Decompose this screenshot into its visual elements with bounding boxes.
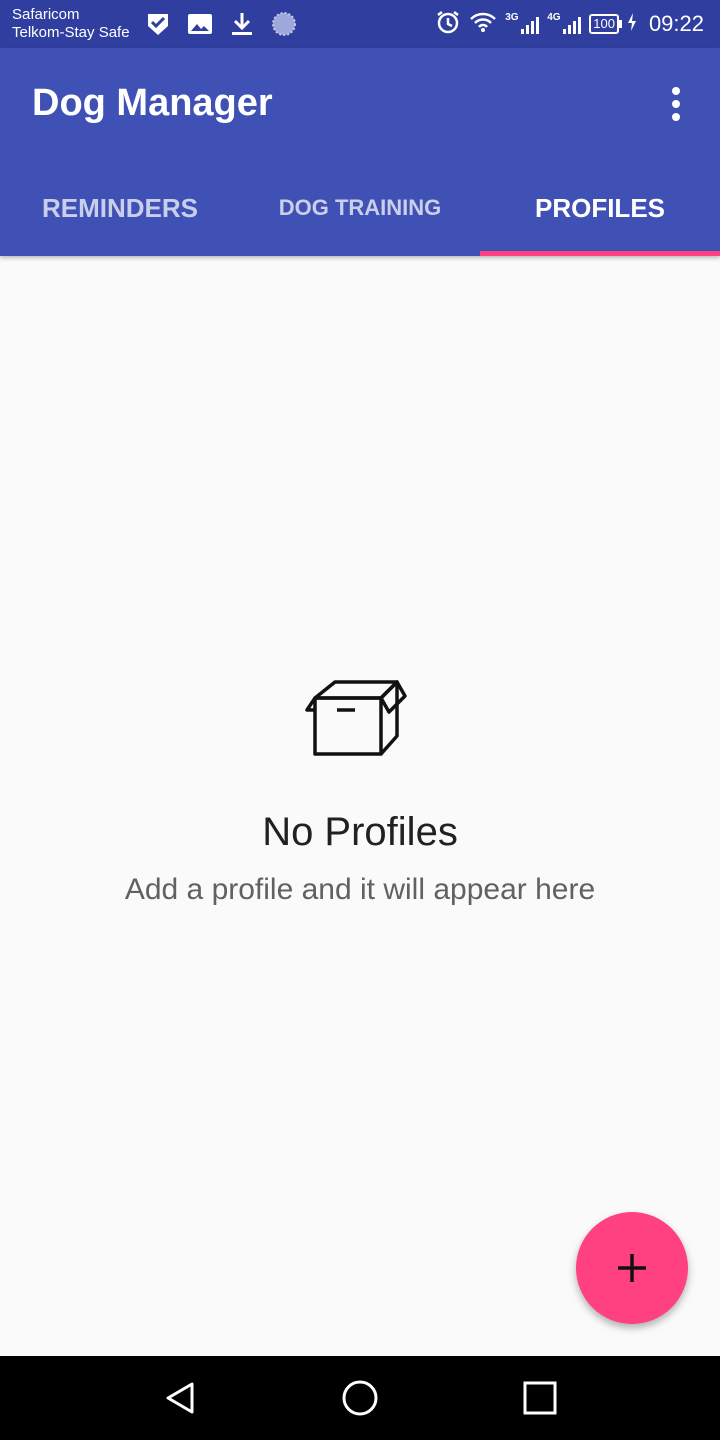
signal-3g-icon: 3G	[505, 12, 540, 36]
tab-reminders-label: REMINDERS	[41, 192, 198, 223]
back-icon[interactable]	[156, 1374, 204, 1422]
navigation-bar	[0, 1356, 720, 1440]
add-profile-button[interactable]	[576, 1212, 688, 1324]
download-icon	[228, 10, 256, 38]
sync-icon	[270, 10, 298, 38]
image-icon	[186, 10, 214, 38]
tab-profiles[interactable]: PROFILES	[480, 160, 720, 256]
alarm-icon	[435, 9, 461, 40]
box-icon	[305, 680, 407, 756]
tab-dog-training[interactable]: DOG TRAINING	[240, 160, 480, 256]
overflow-menu-icon[interactable]	[656, 84, 696, 124]
app-bar: Dog Manager REMINDERS DOG TRAINING PROFI…	[0, 48, 720, 256]
empty-state: No Profiles Add a profile and it will ap…	[0, 670, 720, 907]
tab-profiles-label: PROFILES	[534, 192, 665, 223]
tab-bar: REMINDERS DOG TRAINING PROFILES	[0, 160, 720, 256]
plus-icon	[618, 1254, 646, 1282]
signal-4g-icon: 4G	[547, 12, 582, 36]
empty-state-subtitle: Add a profile and it will appear here	[124, 873, 596, 906]
tab-dog-training-label: DOG TRAINING	[278, 195, 442, 220]
carrier-1: Safaricom	[12, 6, 80, 23]
battery-level: 100	[589, 14, 622, 34]
app-title: Dog Manager	[32, 82, 273, 124]
carrier-info: Safaricom Telkom-Stay Safe	[12, 6, 130, 42]
status-bar: Safaricom Telkom-Stay Safe 3G 4G 100 09:	[0, 0, 720, 48]
wifi-icon	[469, 11, 497, 38]
status-right: 3G 4G 100 09:22	[435, 0, 704, 48]
home-icon[interactable]	[336, 1374, 384, 1422]
clock: 09:22	[648, 11, 704, 36]
recents-icon[interactable]	[516, 1374, 564, 1422]
shield-check-icon	[144, 10, 172, 38]
charging-icon	[627, 12, 637, 36]
tab-reminders[interactable]: REMINDERS	[0, 160, 240, 256]
carrier-2: Telkom-Stay Safe	[12, 24, 130, 41]
empty-state-title: No Profiles	[262, 810, 458, 854]
